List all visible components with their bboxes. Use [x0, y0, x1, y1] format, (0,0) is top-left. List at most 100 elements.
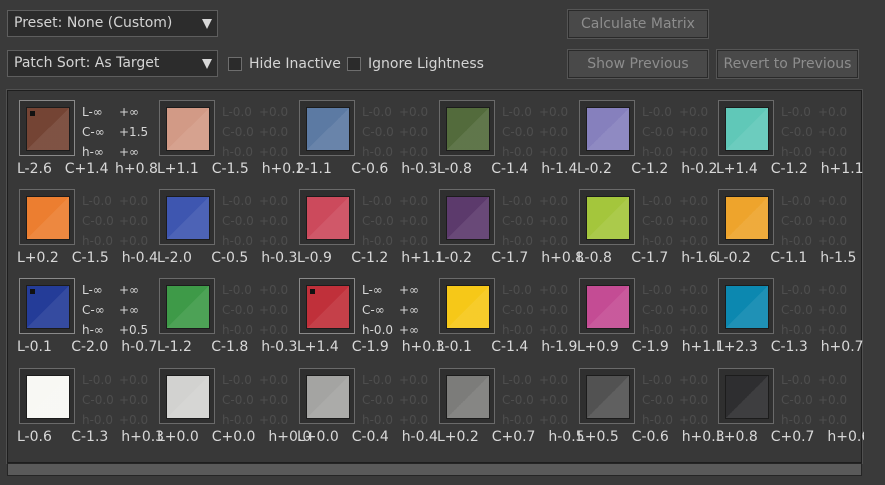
- patch-swatch[interactable]: [725, 285, 769, 329]
- vertical-scrollbar[interactable]: [864, 92, 880, 462]
- patch-swatch[interactable]: [446, 375, 490, 419]
- tolerance-max: +0.0: [259, 373, 289, 387]
- patch-swatch[interactable]: [166, 107, 210, 151]
- patch-swatch-frame[interactable]: [299, 100, 355, 156]
- patch-swatch[interactable]: [306, 285, 350, 329]
- tolerance-max: +0.0: [119, 194, 149, 208]
- tolerance-min: C-0.0: [642, 393, 674, 407]
- patch-swatch[interactable]: [306, 107, 350, 151]
- tolerance-row: h-0.0 +0.0: [222, 231, 302, 251]
- tolerance-max: +0.0: [399, 413, 429, 427]
- patch-swatch[interactable]: [725, 196, 769, 240]
- patch-swatch-frame[interactable]: [19, 189, 75, 245]
- patch-swatch[interactable]: [446, 285, 490, 329]
- calculate-matrix-button[interactable]: Calculate Matrix: [567, 9, 709, 39]
- patch-swatch[interactable]: [446, 196, 490, 240]
- patch-swatch[interactable]: [446, 107, 490, 151]
- tolerance-max: +0.0: [539, 145, 569, 159]
- patch-swatch-frame[interactable]: [159, 189, 215, 245]
- patch-swatch-frame[interactable]: [19, 278, 75, 334]
- patch-tolerance-values: L-0.0 +0.0 C-0.0 +0.0 h-0.0 +0.0: [781, 370, 861, 430]
- patch-swatch-frame[interactable]: [718, 189, 774, 245]
- checkbox-box[interactable]: [228, 57, 242, 71]
- tolerance-min: L-∞: [82, 283, 103, 297]
- revert-to-previous-button[interactable]: Revert to Previous: [716, 49, 859, 79]
- patch-swatch-frame[interactable]: [19, 100, 75, 156]
- patch-swatch[interactable]: [586, 107, 630, 151]
- patch-tolerance-values: L-0.0 +0.0 C-0.0 +0.0 h-0.0 +0.0: [502, 191, 582, 251]
- patch-delta-summary: L-0.8 C-1.4 h-1.4: [437, 161, 578, 177]
- patch-swatch-frame[interactable]: [299, 368, 355, 424]
- tolerance-min: L-0.0: [642, 373, 672, 387]
- patch-swatch[interactable]: [306, 375, 350, 419]
- active-marker-icon: [310, 289, 315, 294]
- patch-swatch[interactable]: [586, 196, 630, 240]
- ignore-lightness-label: Ignore Lightness: [368, 56, 484, 72]
- patch-swatch-frame[interactable]: [19, 368, 75, 424]
- patch-tolerance-values: L-0.0 +0.0 C-0.0 +0.0 h-0.0 +0.0: [502, 280, 582, 340]
- patch-swatch-frame[interactable]: [439, 368, 495, 424]
- patch-delta-summary: L-2.6 C+1.4 h+0.8: [17, 161, 158, 177]
- patch-swatch-frame[interactable]: [439, 189, 495, 245]
- patch-swatch-frame[interactable]: [299, 189, 355, 245]
- tolerance-min: L-0.0: [642, 283, 672, 297]
- patch-tolerance-values: L-∞ +∞ C-∞ +1.5 h-∞ +∞: [82, 102, 162, 162]
- checkbox-box[interactable]: [347, 57, 361, 71]
- patch-swatch-frame[interactable]: [718, 278, 774, 334]
- patch-delta-summary: L-0.2 C-1.1 h-1.5: [716, 250, 857, 266]
- patch-swatch[interactable]: [725, 375, 769, 419]
- patch-swatch[interactable]: [586, 375, 630, 419]
- patch-sort-dropdown[interactable]: Patch Sort: As Target: [7, 50, 218, 77]
- tolerance-min: C-∞: [82, 125, 105, 139]
- tolerance-max: +0.0: [259, 125, 289, 139]
- patch-swatch-frame[interactable]: [718, 100, 774, 156]
- patch-delta-summary: L-0.8 C-1.7 h-1.6: [577, 250, 718, 266]
- tolerance-min: h-0.0: [222, 234, 254, 248]
- patch-swatch-frame[interactable]: [579, 368, 635, 424]
- tolerance-row: C-0.0 +0.0: [222, 390, 302, 410]
- patch-swatch[interactable]: [26, 285, 70, 329]
- tolerance-row: L-0.0 +0.0: [781, 191, 861, 211]
- patch-tolerance-values: L-∞ +∞ C-∞ +∞ h-∞ +0.5: [82, 280, 162, 340]
- patch-swatch[interactable]: [26, 107, 70, 151]
- tolerance-min: L-∞: [362, 283, 383, 297]
- tolerance-min: C-0.0: [82, 393, 114, 407]
- tolerance-min: h-∞: [82, 145, 104, 159]
- tolerance-max: +0.0: [259, 145, 289, 159]
- patch-swatch-frame[interactable]: [579, 100, 635, 156]
- patch-swatch[interactable]: [586, 285, 630, 329]
- patch-delta-summary: L+0.2 C-1.5 h-0.4: [17, 250, 158, 266]
- hide-inactive-checkbox[interactable]: Hide Inactive: [228, 56, 341, 72]
- patch-tolerance-values: L-0.0 +0.0 C-0.0 +0.0 h-0.0 +0.0: [362, 102, 442, 162]
- patch-swatch[interactable]: [725, 107, 769, 151]
- patch-swatch-frame[interactable]: [159, 278, 215, 334]
- patch-swatch-frame[interactable]: [579, 189, 635, 245]
- patch-swatch-frame[interactable]: [439, 100, 495, 156]
- patch-swatch[interactable]: [166, 196, 210, 240]
- tolerance-max: +0.0: [679, 373, 709, 387]
- patch-swatch-frame[interactable]: [159, 100, 215, 156]
- patch-swatch-frame[interactable]: [718, 368, 774, 424]
- patch-swatch-frame[interactable]: [439, 278, 495, 334]
- patch-swatch[interactable]: [166, 285, 210, 329]
- tolerance-row: C-0.0 +0.0: [642, 211, 722, 231]
- patch-swatch-frame[interactable]: [159, 368, 215, 424]
- horizontal-scrollbar[interactable]: [7, 463, 862, 476]
- tolerance-min: C-0.0: [502, 303, 534, 317]
- tolerance-min: L-0.0: [362, 194, 392, 208]
- patch-tolerance-values: L-0.0 +0.0 C-0.0 +0.0 h-0.0 +0.0: [781, 102, 861, 162]
- tolerance-max: +0.0: [399, 125, 429, 139]
- patch-swatch-frame[interactable]: [299, 278, 355, 334]
- tolerance-row: h-0.0 +0.0: [502, 231, 582, 251]
- patch-swatch[interactable]: [306, 196, 350, 240]
- tolerance-min: h-0.0: [82, 413, 114, 427]
- ignore-lightness-checkbox[interactable]: Ignore Lightness: [347, 56, 484, 72]
- preset-dropdown[interactable]: Preset: None (Custom): [7, 10, 218, 37]
- show-previous-button[interactable]: Show Previous: [567, 49, 709, 79]
- patch-swatch-frame[interactable]: [579, 278, 635, 334]
- tolerance-row: C-0.0 +0.0: [781, 211, 861, 231]
- patch-swatch[interactable]: [166, 375, 210, 419]
- patch-swatch[interactable]: [26, 375, 70, 419]
- tolerance-row: C-∞ +∞: [362, 300, 442, 320]
- patch-swatch[interactable]: [26, 196, 70, 240]
